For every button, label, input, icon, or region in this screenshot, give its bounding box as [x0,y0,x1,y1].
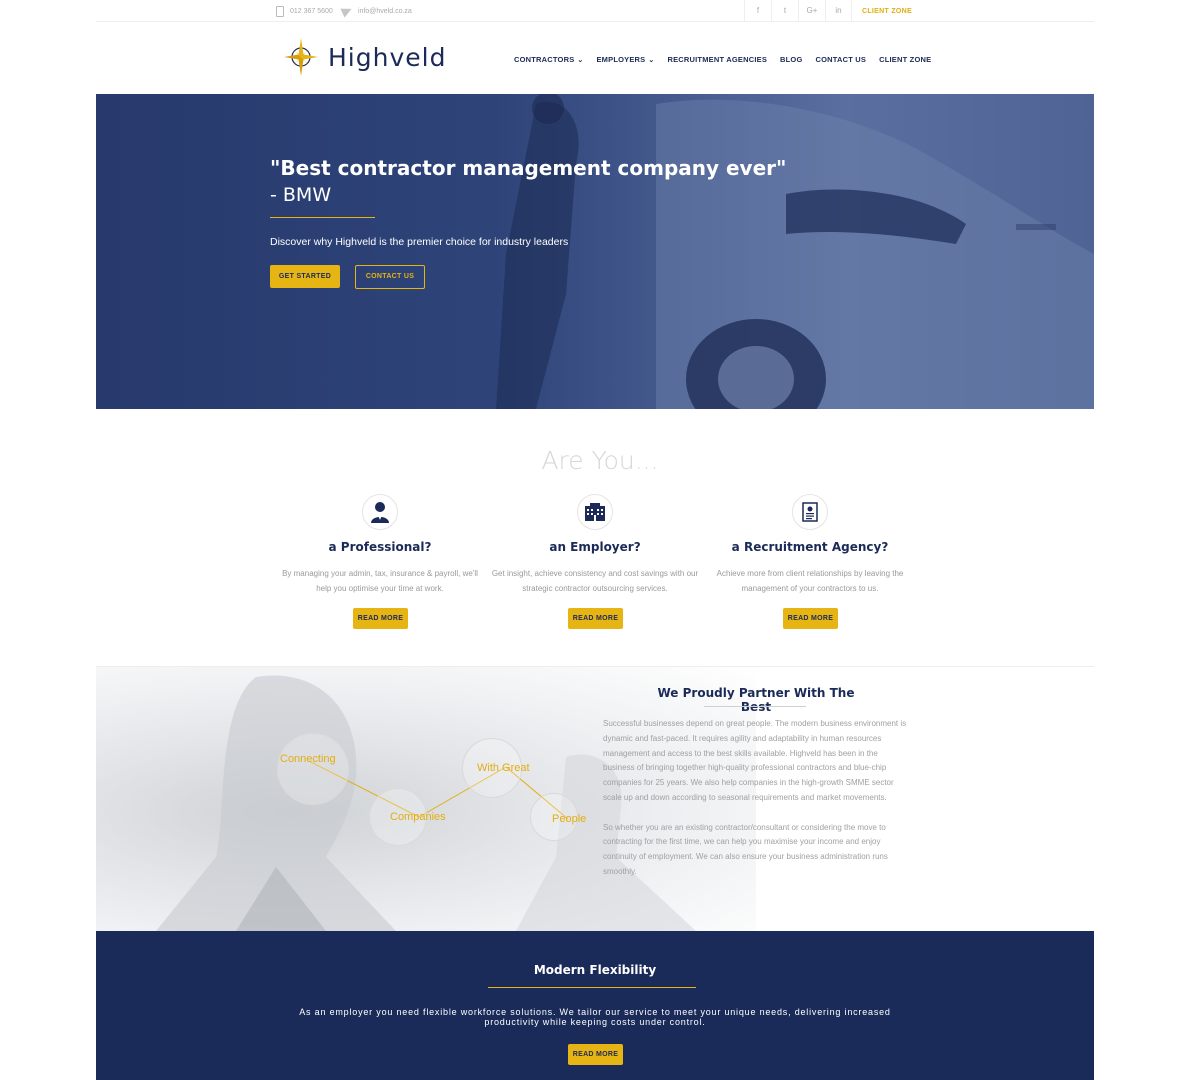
bubble-label: Connecting [280,753,336,765]
card-description: Get insight, achieve consistency and cos… [491,569,699,593]
office-building-icon [577,494,613,530]
top-bar: 012 367 5600 info@hveld.co.za f t G+ in … [96,0,1094,22]
flexibility-title: Modern Flexibility [533,963,657,977]
partner-divider [704,706,806,707]
topbar-client-zone-link[interactable]: CLIENT ZONE [862,8,912,15]
card-title: a Recruitment Agency? [731,540,889,554]
partner-section: Connecting Companies With Great People [96,667,1094,931]
partner-paragraph: Successful businesses depend on great pe… [603,719,907,802]
hero-car-image [496,94,1094,409]
hero-contact-us-button[interactable]: CONTACT US [355,265,425,289]
nav-label: CONTRACTORS [514,55,575,64]
professional-person-icon [362,494,398,530]
hero-divider [270,217,375,218]
facebook-icon[interactable]: f [744,0,771,22]
id-document-icon [792,494,828,530]
google-plus-icon[interactable]: G+ [798,0,825,22]
modern-flexibility-section: Modern Flexibility As an employer you ne… [96,931,1094,1080]
hero-quote-author: - BMW [270,184,332,206]
agency-read-more-button[interactable]: READ MORE [783,608,838,629]
card-description: Achieve more from client relationships b… [716,569,904,593]
employer-read-more-button[interactable]: READ MORE [568,608,623,629]
recruitment-agency-card: a Recruitment Agency? Achieve more from … [700,494,920,629]
main-nav: CONTRACTORS ⌄ EMPLOYERS ⌄ RECRUITMENT AGEN… [514,55,931,64]
partner-title: We Proudly Partner With The Best [657,686,855,714]
flexibility-text: As an employer you need flexible workfor… [299,1007,891,1027]
card-title: an Employer? [549,540,641,554]
email-address: info@hveld.co.za [358,7,412,15]
linkedin-icon[interactable]: in [825,0,852,22]
employer-card: an Employer? Get insight, achieve consis… [485,494,705,629]
partner-paragraph: So whether you are an existing contracto… [603,822,888,876]
phone-number: 012 367 5600 [290,8,333,15]
logo[interactable]: Highveld [282,36,446,78]
bubble-label: People [552,813,587,825]
paper-plane-icon [340,4,354,18]
phone-icon [276,6,284,17]
professional-card: a Professional? By managing your admin, … [270,494,490,629]
twitter-icon[interactable]: t [771,0,798,22]
nav-employers[interactable]: EMPLOYERS ⌄ [596,55,654,64]
phone-contact[interactable]: 012 367 5600 [276,6,333,17]
card-description: By managing your admin, tax, insurance &… [282,569,478,593]
flexibility-divider [488,987,696,988]
partner-body: Successful businesses depend on great pe… [603,717,909,880]
email-contact[interactable]: info@hveld.co.za [340,4,412,18]
flexibility-read-more-button[interactable]: READ MORE [568,1044,623,1065]
nav-label: EMPLOYERS [596,55,646,64]
bubble-label: Companies [390,811,446,823]
hero-subtitle: Discover why Highveld is the premier cho… [270,236,569,248]
chevron-down-icon: ⌄ [577,57,584,64]
brand-name: Highveld [328,42,447,72]
nav-recruitment-agencies[interactable]: RECRUITMENT AGENCIES [667,55,767,64]
bubble-label: With Great [477,762,530,774]
nav-contact-us[interactable]: CONTACT US [816,55,867,64]
hero-quote: "Best contractor management company ever… [270,156,787,180]
get-started-button[interactable]: GET STARTED [270,265,340,288]
card-title: a Professional? [328,540,432,554]
compass-logo-icon [284,38,318,76]
nav-contractors[interactable]: CONTRACTORS ⌄ [514,55,583,64]
are-you-heading: Are You... [541,446,659,475]
professional-read-more-button[interactable]: READ MORE [353,608,408,629]
nav-client-zone[interactable]: CLIENT ZONE [879,55,931,64]
hero-banner: "Best contractor management company ever… [96,94,1094,409]
connecting-bubble [277,733,349,805]
chevron-down-icon: ⌄ [648,57,655,64]
nav-blog[interactable]: BLOG [780,55,802,64]
